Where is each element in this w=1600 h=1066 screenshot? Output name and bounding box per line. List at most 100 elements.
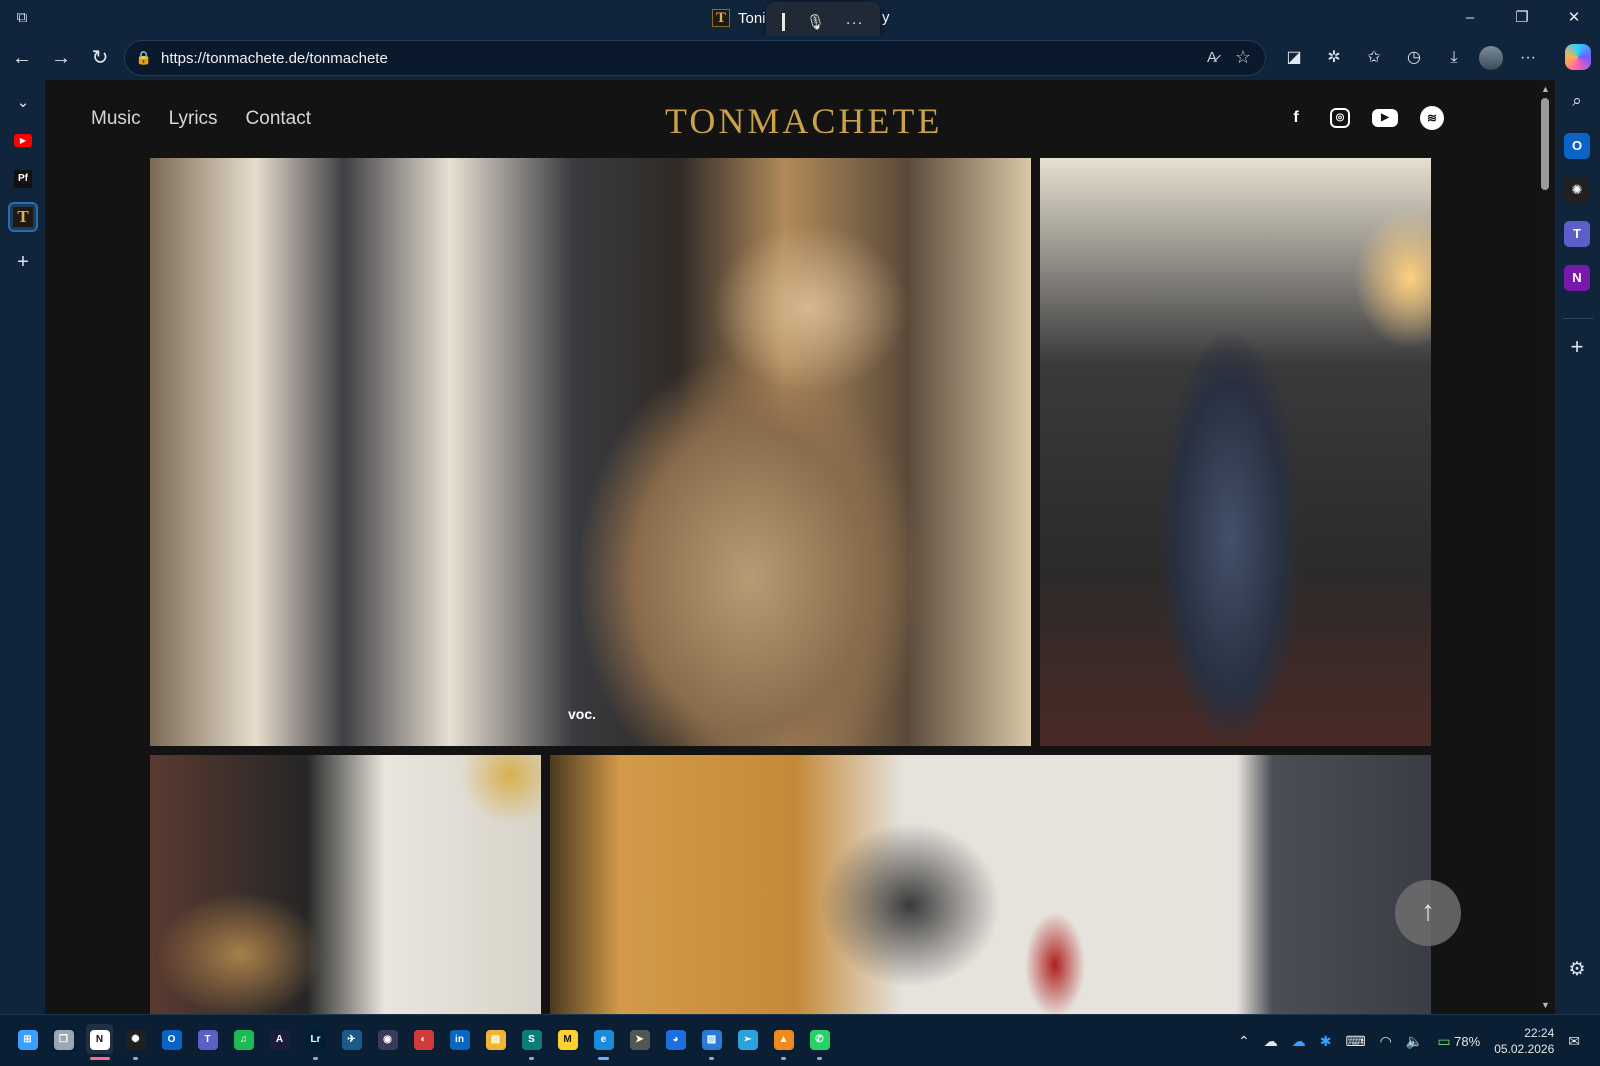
taskbar-spotify[interactable]: ♫: [230, 1024, 257, 1054]
microphone-icon[interactable]: 🎙: [806, 13, 825, 31]
cloud-icon[interactable]: ☁: [1264, 1033, 1278, 1050]
keyboard-icon[interactable]: ⌨: [1345, 1033, 1365, 1050]
show-hidden-icons-icon[interactable]: ⌃: [1238, 1033, 1250, 1050]
spotify-icon[interactable]: ≋: [1420, 106, 1444, 130]
scroll-to-top-button[interactable]: ↑: [1395, 880, 1461, 946]
miro-icon: M: [557, 1029, 578, 1050]
chatgpt-icon[interactable]: ✺: [1564, 177, 1590, 203]
taskbar-notion[interactable]: N: [86, 1024, 113, 1060]
clock-time: 22:24: [1524, 1026, 1555, 1040]
more-options-icon[interactable]: ···: [846, 14, 864, 31]
new-tab-icon[interactable]: +: [8, 247, 38, 277]
nav-contact[interactable]: Contact: [246, 108, 311, 130]
photo-drummer[interactable]: [150, 755, 541, 1014]
refresh-icon[interactable]: ↻: [88, 46, 112, 70]
sidebar-settings-icon[interactable]: ⚙: [1564, 957, 1590, 983]
photo-vocalist[interactable]: voc.: [150, 158, 1031, 746]
onedrive-icon[interactable]: ☁: [1292, 1033, 1306, 1050]
window-title: T Toni: [712, 9, 766, 27]
youtube-icon[interactable]: ▶: [1372, 109, 1398, 127]
sidebar-app-icon[interactable]: ◪: [1276, 44, 1312, 72]
collapse-tabs-icon[interactable]: ⌄: [8, 88, 38, 118]
taskbar-app-red[interactable]: ◐: [410, 1024, 437, 1054]
profile-avatar[interactable]: [1476, 44, 1506, 72]
nav-music[interactable]: Music: [91, 108, 141, 130]
edge-icon: e: [593, 1029, 614, 1050]
running-indicator: [598, 1057, 609, 1060]
web-page: Music Lyrics Contact TONMACHETE f ◎ ▶ ≋ …: [45, 80, 1536, 1014]
taskbar-outlook[interactable]: O: [158, 1024, 185, 1054]
scroll-down-icon[interactable]: ▼: [1536, 998, 1555, 1012]
address-bar[interactable]: 🔒 https://tonmachete.de/tonmachete A̷ ☆: [124, 40, 1266, 76]
settings-more-icon[interactable]: ···: [1510, 44, 1546, 72]
tab-pf[interactable]: Pf: [8, 164, 38, 194]
taskbar-app-bird[interactable]: ✈: [338, 1024, 365, 1054]
read-aloud-icon[interactable]: A̷: [1207, 49, 1217, 66]
running-indicator: [133, 1057, 138, 1060]
favorites-icon[interactable]: ✩: [1356, 44, 1392, 72]
tab-tonmachete[interactable]: T: [8, 202, 38, 232]
history-icon[interactable]: ◷: [1396, 44, 1432, 72]
back-icon[interactable]: ←: [10, 46, 34, 70]
taskbar-sharepoint[interactable]: S: [518, 1024, 545, 1060]
browser-toolbar: ← → ↻ 🔒 https://tonmachete.de/tonmachete…: [0, 36, 1600, 80]
running-indicator: [817, 1057, 822, 1060]
taskbar-chatgpt[interactable]: ✺: [122, 1024, 149, 1060]
battery-indicator[interactable]: ▭ 78%: [1437, 1033, 1480, 1050]
taskbar-app-photos[interactable]: ▨: [698, 1024, 725, 1060]
tab-favicon-icon: T: [712, 9, 730, 27]
onenote-icon[interactable]: N: [1564, 265, 1590, 291]
tonmachete-icon: T: [13, 207, 33, 228]
bluetooth-icon[interactable]: ✱: [1320, 1033, 1332, 1050]
taskbar-app-send[interactable]: ➤: [626, 1024, 653, 1054]
taskbar-windows-start[interactable]: ⊞: [14, 1024, 41, 1054]
lock-icon[interactable]: 🔒: [135, 49, 153, 67]
scroll-up-icon[interactable]: ▲: [1536, 82, 1555, 96]
clock[interactable]: 22:24 05.02.2026: [1494, 1025, 1554, 1057]
teams-icon[interactable]: T: [1564, 221, 1590, 247]
add-sidebar-app-icon[interactable]: +: [1564, 334, 1590, 360]
search-icon[interactable]: ⌕: [1564, 88, 1590, 114]
nav-lyrics[interactable]: Lyrics: [169, 108, 218, 130]
running-indicator: [781, 1057, 786, 1060]
taskbar-app-blue[interactable]: ◕: [662, 1024, 689, 1054]
forward-icon[interactable]: →: [49, 46, 73, 70]
notion-icon: N: [89, 1029, 110, 1050]
outlook-icon[interactable]: O: [1564, 133, 1590, 159]
close-button[interactable]: ✕: [1548, 0, 1600, 36]
photo-guitarist[interactable]: [550, 755, 1431, 1014]
taskbar-teams[interactable]: T: [194, 1024, 221, 1054]
volume-icon[interactable]: 🔈: [1406, 1033, 1423, 1050]
vertical-tabs: ⌄ ▶ Pf T +: [0, 80, 45, 1014]
taskbar-task-view[interactable]: ❐: [50, 1024, 77, 1054]
favorite-star-icon[interactable]: ☆: [1235, 47, 1251, 68]
page-scrollbar[interactable]: ▲ ▼: [1536, 80, 1555, 1014]
taskbar-whatsapp[interactable]: ✆: [806, 1024, 833, 1060]
taskbar-miro[interactable]: M: [554, 1024, 581, 1054]
window-title-text: Toni: [738, 9, 766, 27]
restore-button[interactable]: ❐: [1496, 0, 1548, 36]
scroll-thumb[interactable]: [1541, 98, 1549, 190]
copilot-icon[interactable]: [1565, 44, 1591, 70]
taskbar-affinity[interactable]: A: [266, 1024, 293, 1054]
taskbar-file-explorer[interactable]: ▤: [482, 1024, 509, 1054]
taskbar-vlc[interactable]: ▲: [770, 1024, 797, 1060]
downloads-icon[interactable]: ⤓: [1436, 44, 1472, 72]
taskbar-lightroom[interactable]: Lr: [302, 1024, 329, 1060]
minimize-button[interactable]: –: [1444, 0, 1496, 36]
facebook-icon[interactable]: f: [1284, 106, 1308, 130]
teams-icon: T: [197, 1029, 218, 1050]
instagram-icon[interactable]: ◎: [1330, 108, 1350, 128]
taskbar-linkedin[interactable]: in: [446, 1024, 473, 1054]
wifi-icon[interactable]: ◠: [1380, 1033, 1392, 1050]
taskbar-app-circle[interactable]: ◉: [374, 1024, 401, 1054]
workspaces-icon[interactable]: ⧉: [12, 9, 32, 27]
taskbar-telegram[interactable]: ➢: [734, 1024, 761, 1054]
taskbar-edge[interactable]: e: [590, 1024, 617, 1060]
notifications-icon[interactable]: ✉: [1568, 1033, 1580, 1050]
extensions-icon[interactable]: ✲: [1316, 44, 1352, 72]
url-text[interactable]: https://tonmachete.de/tonmachete: [161, 50, 388, 67]
photo-bassist[interactable]: [1040, 158, 1431, 746]
tab-youtube[interactable]: ▶: [8, 125, 38, 155]
site-logo[interactable]: TONMACHETE: [665, 100, 942, 142]
